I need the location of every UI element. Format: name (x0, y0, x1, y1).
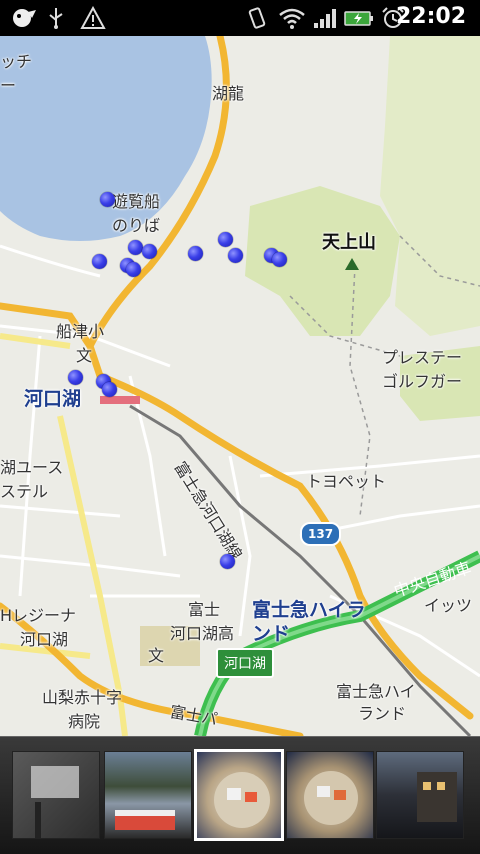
warning-icon (80, 5, 106, 30)
map-label-kawaguchiko-station[interactable]: 河口湖 (24, 384, 81, 411)
map-label-toyopet: トヨペット (306, 472, 387, 491)
photo-filmstrip[interactable] (0, 736, 480, 854)
map-label-hregina-2: 河口湖 (20, 630, 69, 649)
thumb-night-street-photo[interactable] (376, 751, 464, 839)
map-label-highland-small-2: ランド (358, 704, 407, 723)
map-label-hostel-2: ステル (0, 482, 49, 501)
map-label-mt-tenjo: 天上山 (322, 232, 376, 253)
photo-marker[interactable] (188, 246, 203, 261)
vibrate-icon (244, 6, 270, 30)
photo-marker[interactable] (126, 262, 141, 277)
map-view[interactable]: ッチ ー 湖龍 遊覧船 のりば 天上山 船津小 文 プレステー ゴルフガー 河口… (0, 36, 480, 736)
status-time: 22:02 (395, 4, 466, 29)
map-label-prestige-2: ゴルフガー (382, 372, 463, 391)
photo-marker[interactable] (100, 192, 115, 207)
thumb-hotpot-photo-2[interactable] (286, 751, 374, 839)
map-label-topleft-2: ー (0, 76, 17, 95)
park-area-2 (380, 36, 480, 336)
map-label-highland-small-1: 富士急ハイ (336, 682, 416, 701)
battery-charging-icon (344, 6, 374, 30)
map-label-koryu: 湖龍 (212, 84, 245, 103)
photo-marker[interactable] (228, 248, 243, 263)
map-label-fuji-high-1: 富士 (188, 600, 221, 619)
map-label-redcross-1: 山梨赤十字 (42, 688, 123, 707)
photo-marker[interactable] (92, 254, 107, 269)
map-label-funatsu: 船津小 (56, 322, 105, 341)
wifi-icon (278, 6, 306, 30)
photo-marker[interactable] (220, 554, 235, 569)
signal-icon (312, 6, 338, 30)
photo-marker[interactable] (272, 252, 287, 267)
map-label-fujikyu-highland[interactable]: 富士急ハイランド (252, 598, 372, 646)
photo-marker[interactable] (142, 244, 157, 259)
map-label-school-1: 文 (76, 346, 93, 365)
photo-marker[interactable] (102, 382, 117, 397)
photo-marker[interactable] (68, 370, 83, 385)
map-label-redcross-2: 病院 (68, 712, 101, 731)
station-platform (100, 396, 140, 404)
usb-icon (46, 6, 66, 30)
map-label-hostel-1: 湖ユース (0, 458, 64, 477)
map-label-topleft-1: ッチ (0, 52, 33, 71)
map-label-fuji-high-2: 河口湖高 (170, 624, 235, 643)
app-notification-icon (10, 6, 38, 30)
photo-marker[interactable] (128, 240, 143, 255)
photo-marker[interactable] (218, 232, 233, 247)
kawaguchiko-ic-shield: 河口湖 (216, 648, 274, 678)
route-137-shield: 137 (300, 522, 342, 546)
map-label-boat-2: のりば (112, 216, 161, 235)
thumb-lake-bus-photo[interactable] (104, 751, 192, 839)
map-label-ittsu: イッツ (424, 596, 473, 615)
status-bar: 22:02 (0, 0, 480, 36)
thumb-hotpot-photo-1[interactable] (194, 749, 284, 841)
map-label-school-2: 文 (148, 646, 165, 665)
thumb-sign-photo[interactable] (12, 751, 100, 839)
map-label-prestige-1: プレステー (382, 348, 463, 367)
map-label-hregina-1: Hレジーナ (0, 606, 77, 625)
map-label-boat-1: 遊覧船 (112, 192, 161, 211)
